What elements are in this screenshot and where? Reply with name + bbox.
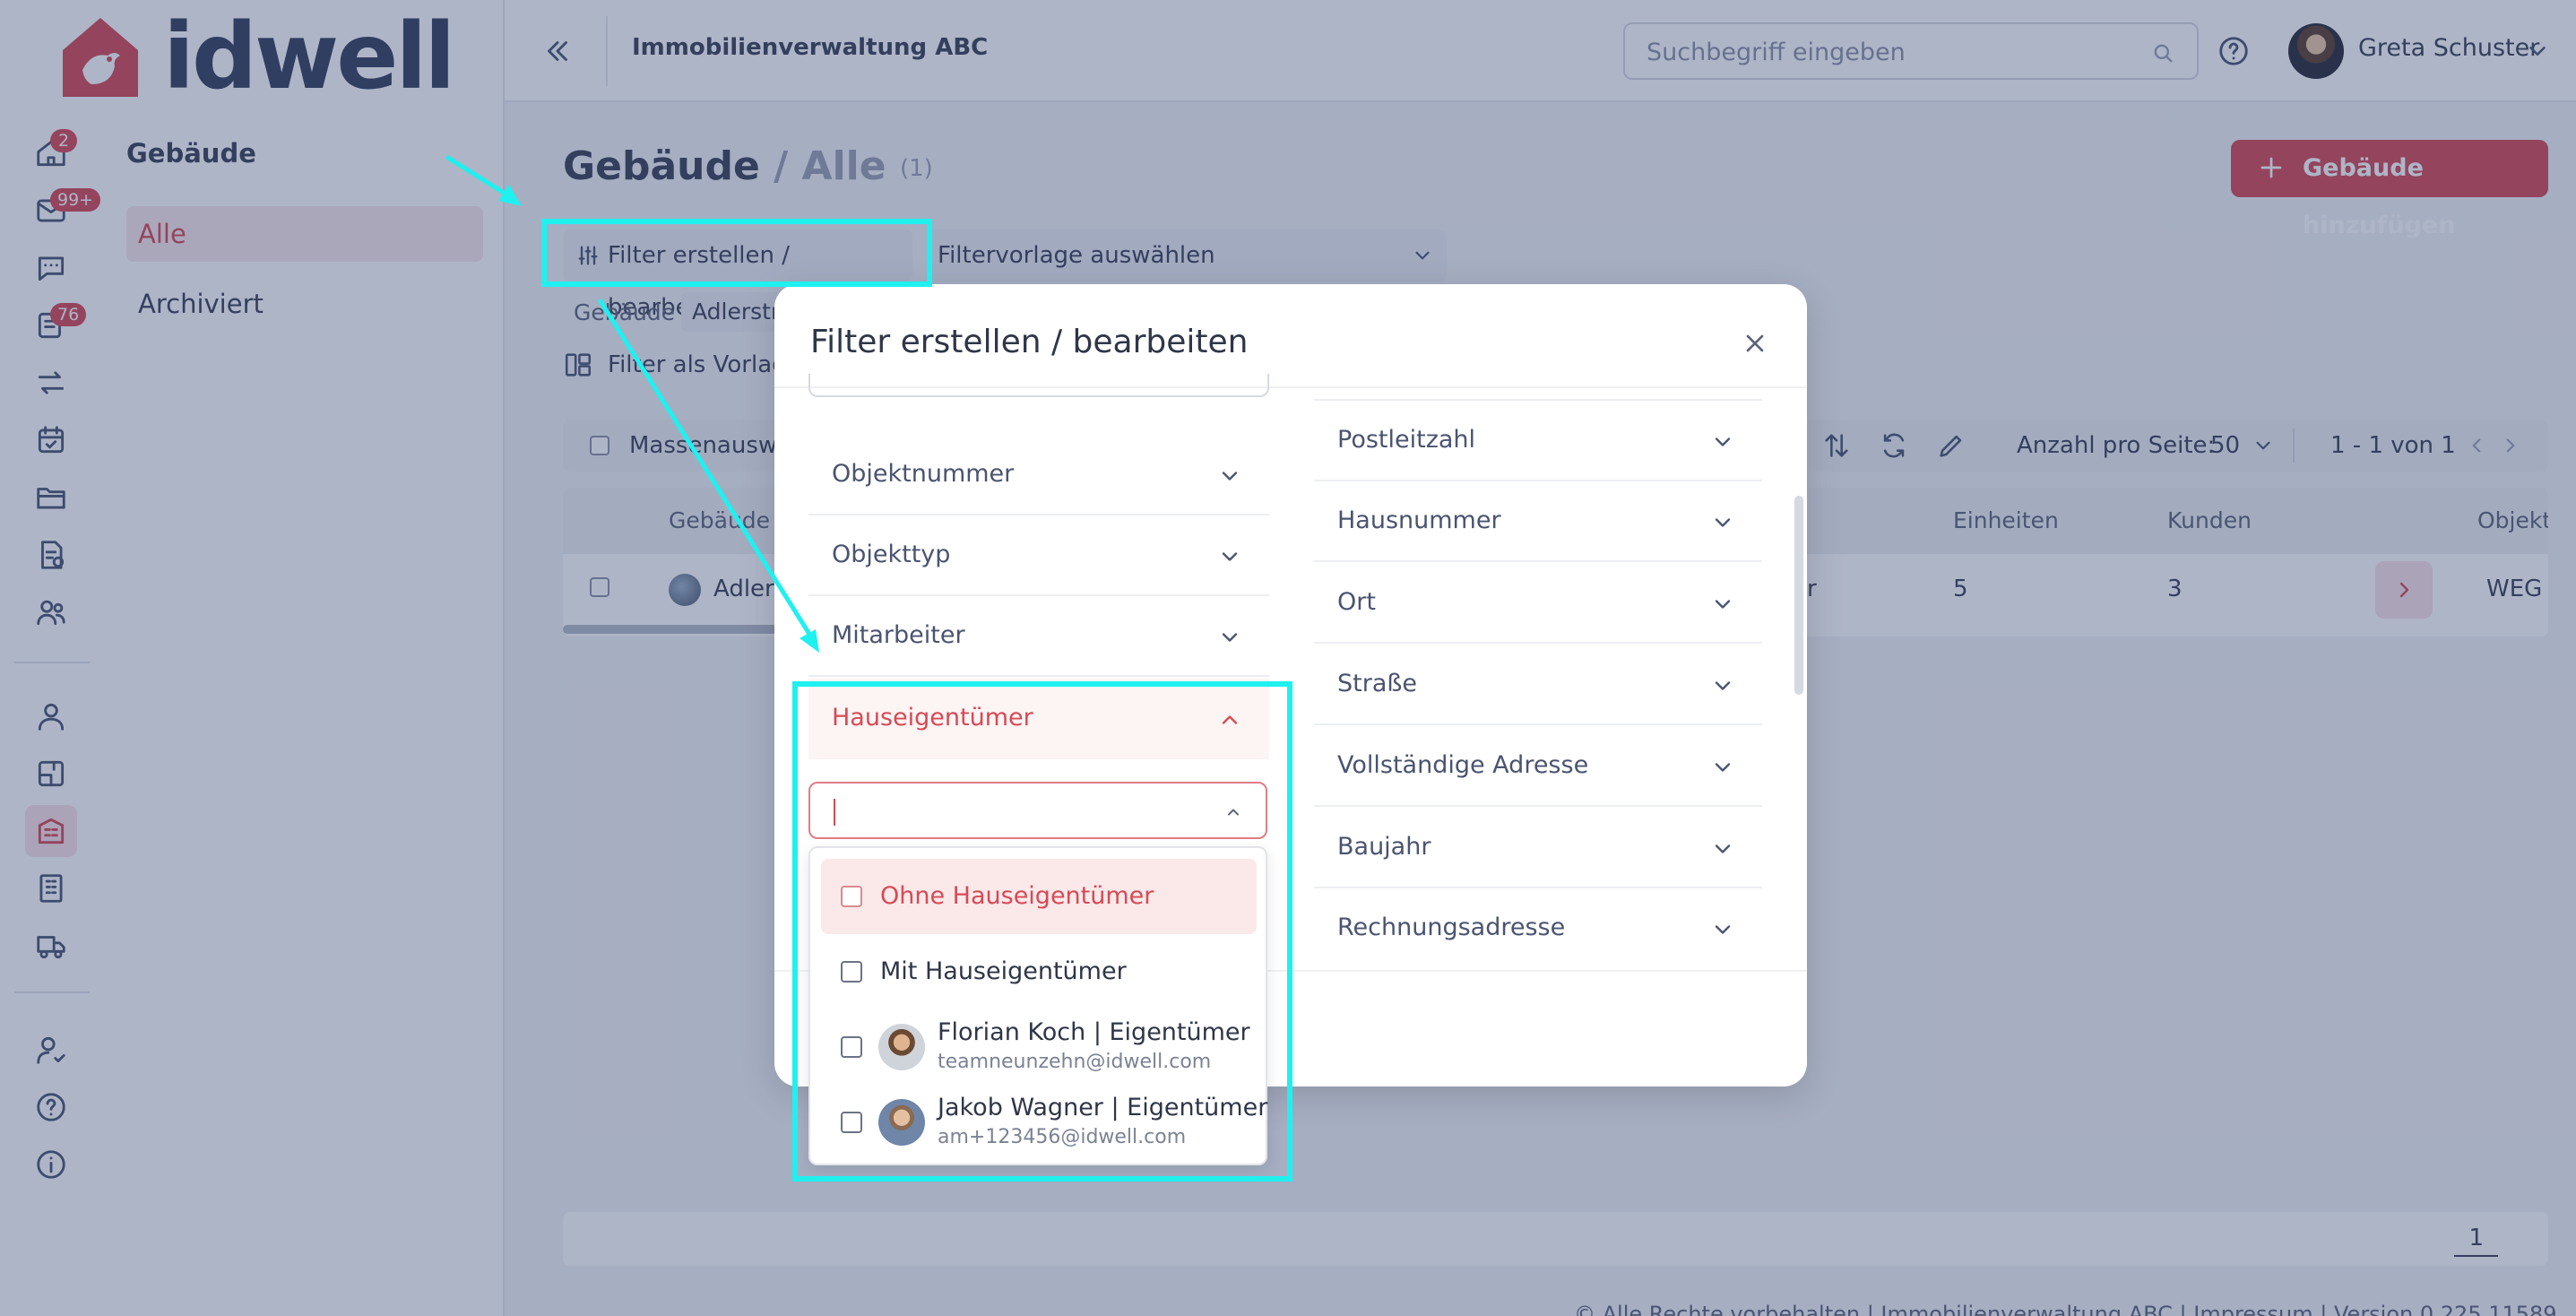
arrow-to-owner-filter [598,299,815,641]
annotation-arrows [445,155,819,653]
arrowhead-icon [800,629,819,653]
arrow-to-filter-button [445,155,514,200]
arrowhead-icon [498,185,522,206]
